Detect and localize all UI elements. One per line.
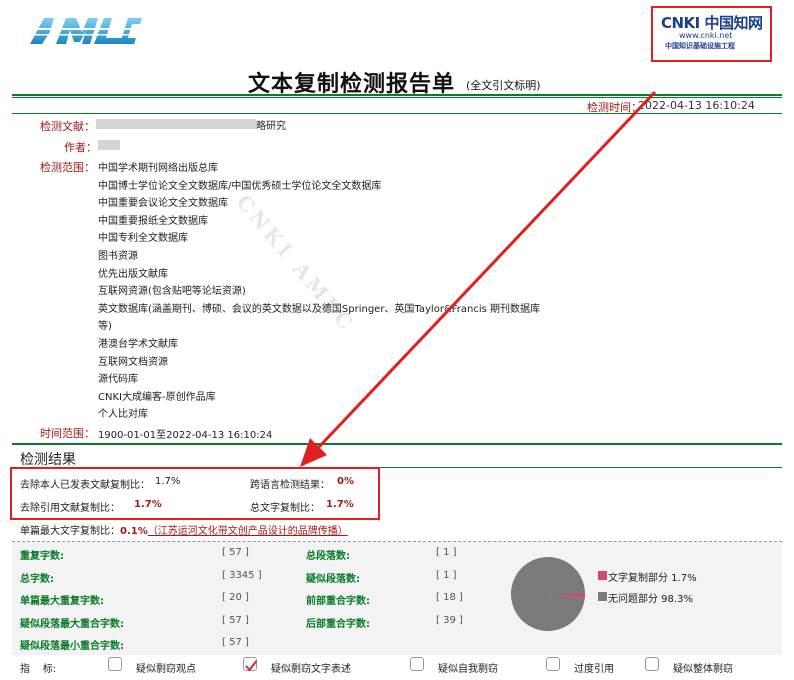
stat-label: 重复字数: bbox=[20, 551, 64, 562]
stat-value: [ 57 ] bbox=[222, 637, 249, 648]
result-heading: 检测结果 bbox=[20, 452, 76, 468]
single-max-value: 0.1% bbox=[120, 526, 148, 537]
indicator-label: 指 标: bbox=[20, 664, 57, 675]
stat-value: [ 18 ] bbox=[436, 592, 463, 603]
cnki-logo-tagline: 中国知识基础设施工程 bbox=[665, 42, 735, 50]
database-item: 个人比对库 bbox=[98, 409, 148, 421]
stat-label: 总段落数: bbox=[306, 551, 350, 562]
stat-value: [ 57 ] bbox=[222, 614, 249, 626]
indicator-checkbox[interactable] bbox=[546, 657, 560, 671]
doc-label: 检测文献： bbox=[40, 120, 95, 133]
cnki-logo-name: CNKI 中国知网 bbox=[661, 14, 763, 32]
annotation-arrow-line bbox=[316, 90, 657, 450]
indicator-label-item: 疑似自我剽窃 bbox=[438, 664, 498, 675]
database-item: 源代码库 bbox=[98, 374, 138, 386]
cross-lang-value: 0% bbox=[337, 476, 354, 487]
meta-rule bbox=[12, 113, 782, 114]
self-excl-label: 去除本人已发表文献复制比： bbox=[20, 480, 150, 491]
stat-label: 前部重合字数: bbox=[306, 596, 370, 607]
pie-slice-1 bbox=[511, 557, 585, 631]
database-item: 互联网文档资源 bbox=[98, 356, 168, 368]
cite-excl-value: 1.7% bbox=[134, 499, 162, 510]
stat-label: 后部重合字数: bbox=[306, 618, 370, 630]
legend-label: 无问题部分 98.3% bbox=[608, 594, 693, 605]
indicator-label-item: 疑似剽窃观点 bbox=[136, 664, 196, 675]
scope-label: 检测范围： bbox=[40, 161, 95, 174]
author-redacted bbox=[98, 140, 120, 150]
database-item: CNKI大成编客-原创作品库 bbox=[98, 391, 216, 403]
cnki-logo-box: CNKI 中国知网 www.cnki.net 中国知识基础设施工程 bbox=[651, 6, 772, 62]
amlc-logo bbox=[30, 14, 142, 46]
single-max-row: 单篇最大文字复制比：0.1%（江苏运河文化带文创产品设计的品牌传播） bbox=[20, 522, 348, 537]
database-item: 图书资源 bbox=[98, 251, 138, 262]
author-label: 作者： bbox=[64, 141, 97, 154]
self-excl-value: 1.7% bbox=[155, 476, 181, 487]
time-range-value: 1900-01-01至2022-04-13 16:10:24 bbox=[98, 430, 273, 441]
indicator-checkbox[interactable] bbox=[243, 657, 257, 672]
database-item: 等) bbox=[98, 321, 112, 333]
header-rule-thin bbox=[12, 97, 782, 98]
stat-value: [ 20 ] bbox=[222, 592, 249, 603]
stat-value: [ 1 ] bbox=[436, 569, 457, 581]
time-range-label: 时间范围： bbox=[40, 427, 95, 440]
legend-swatch bbox=[598, 592, 607, 601]
cnki-logo-url: www.cnki.net bbox=[679, 31, 733, 40]
legend-label: 文字复制部分 1.7% bbox=[608, 573, 697, 584]
database-item: 互联网资源(包含贴吧等论坛资源) bbox=[98, 286, 246, 298]
legend-swatch bbox=[598, 571, 607, 580]
stat-value: [ 57 ] bbox=[222, 547, 249, 558]
indicator-label-item: 疑似整体剽窃 bbox=[673, 664, 733, 675]
detect-time-value: 2022-04-13 16:10:24 bbox=[638, 99, 755, 112]
watermark: CNKI AMLC bbox=[231, 190, 361, 337]
database-item: 中国学术期刊网络出版总库 bbox=[98, 163, 218, 174]
indicator-checkbox[interactable] bbox=[410, 657, 424, 671]
single-max-source-link[interactable]: （江苏运河文化带文创产品设计的品牌传播） bbox=[148, 526, 348, 537]
single-max-label: 单篇最大文字复制比： bbox=[20, 526, 120, 537]
stat-value: [ 3345 ] bbox=[222, 569, 262, 581]
stat-label: 疑似段落最大重合字数: bbox=[20, 618, 124, 630]
cross-lang-label: 跨语言检测结果： bbox=[250, 480, 330, 491]
indicator-checkbox[interactable] bbox=[645, 657, 659, 671]
database-item: 优先出版文献库 bbox=[98, 268, 168, 280]
database-item: 中国博士学位论文全文数据库/中国优秀硕士学位论文全文数据库 bbox=[98, 180, 382, 192]
indicator-checkbox[interactable] bbox=[108, 657, 122, 671]
doc-title-redacted bbox=[96, 119, 256, 129]
cite-excl-label: 去除引用文献复制比： bbox=[20, 503, 120, 514]
stat-value: [ 1 ] bbox=[436, 547, 457, 558]
database-item: 中国专利全文数据库 bbox=[98, 233, 188, 245]
total-copy-value: 1.7% bbox=[326, 499, 354, 510]
database-item: 英文数据库(涵盖期刊、博硕、会议的英文数据以及德国Springer、英国Tayl… bbox=[98, 303, 541, 315]
database-item: 中国重要会议论文全文数据库 bbox=[98, 198, 228, 210]
indicator-label-item: 疑似剽窃文字表述 bbox=[271, 664, 351, 675]
doc-title-visible: 略研究 bbox=[256, 121, 286, 132]
stat-label: 疑似段落数: bbox=[306, 573, 360, 585]
header-rule bbox=[12, 94, 782, 96]
stat-label: 总字数: bbox=[20, 573, 54, 585]
stat-label: 单篇最大重复字数: bbox=[20, 596, 104, 607]
report-subtitle: (全文引文标明) bbox=[466, 79, 541, 92]
stat-label: 疑似段落最小重合字数: bbox=[20, 641, 124, 652]
total-copy-label: 总文字复制比： bbox=[250, 503, 320, 514]
database-item: 港澳台学术文献库 bbox=[98, 339, 178, 350]
copy-ratio-pie-chart bbox=[511, 557, 585, 631]
stat-value: [ 39 ] bbox=[436, 614, 463, 626]
result-rule bbox=[12, 443, 782, 445]
checkmark-icon bbox=[245, 660, 257, 672]
indicator-label-item: 过度引用 bbox=[574, 664, 614, 675]
database-item: 中国重要报纸全文数据库 bbox=[98, 215, 208, 227]
